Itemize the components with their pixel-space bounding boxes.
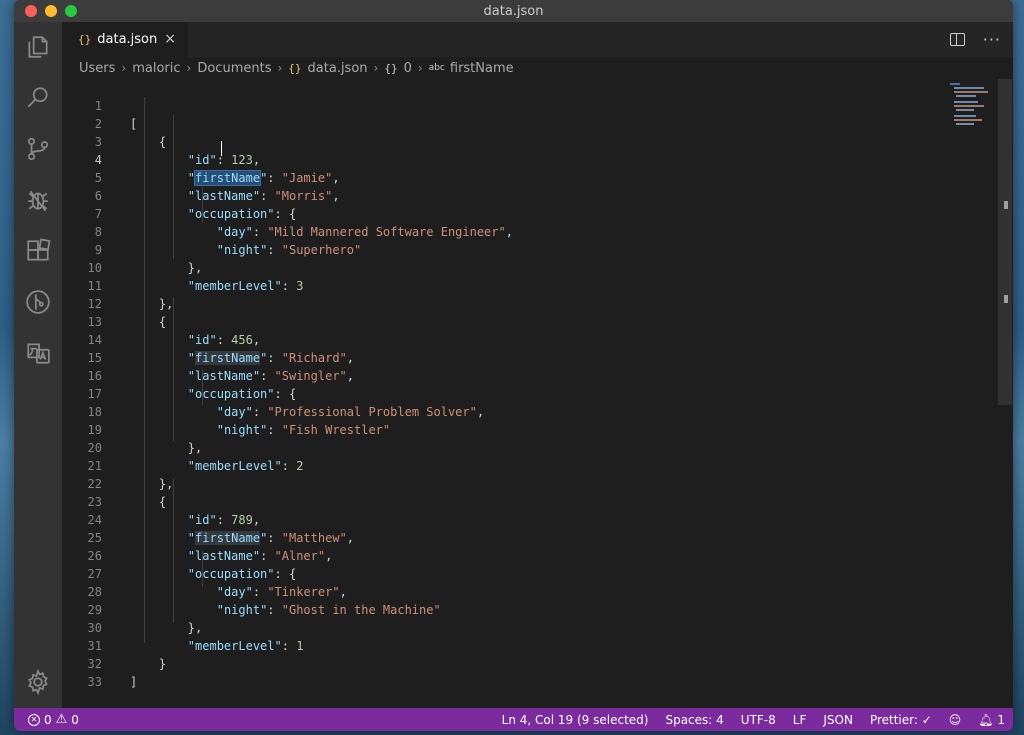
close-window-button[interactable] [25,5,37,17]
code-line: 31 } [62,619,942,671]
code-line: 9 }, [62,223,942,275]
minimize-window-button[interactable] [45,5,57,17]
debug-icon[interactable] [25,187,51,213]
split-editor-icon[interactable] [949,33,965,46]
code-line: 17 "day": "Professional Problem Solver", [62,367,942,419]
code-line: 33 [62,655,942,689]
problems-indicator[interactable]: ✕ 0 ⚠ 0 [28,713,79,727]
tab-data-json[interactable]: {} data.json × [62,22,188,57]
code-line: 16 "occupation": { [62,349,942,401]
code-line: 8 "night": "Superhero" [62,205,942,257]
vertical-scrollbar[interactable] [998,79,1012,405]
source-control-icon[interactable] [25,136,51,162]
code-line: 12 { [62,277,942,329]
line-number: 33 [87,675,102,689]
breadcrumb-item[interactable]: maloric [132,61,180,76]
breadcrumb-item[interactable]: Documents [197,61,271,76]
code-line: 24 "firstName": "Matthew", [62,493,942,545]
code-line: 7 "day": "Mild Mannered Software Enginee… [62,187,942,239]
end-of-line[interactable]: LF [793,713,807,727]
chevron-right-icon: › [417,61,423,75]
code-line: 1 [ [62,79,942,131]
breadcrumb-node[interactable]: 0 [404,61,412,76]
window-title: data.json [483,3,544,19]
notification-count: 1 [997,712,1005,727]
search-icon[interactable] [25,85,51,111]
chevron-right-icon: › [186,61,192,75]
code-line: 20 "memberLevel": 2 [62,421,942,473]
maximize-window-button[interactable] [65,5,77,17]
tab-bar: {} data.json × ··· [62,22,1013,57]
code-line: 13 "id": 456, [62,295,942,347]
tab-label: data.json [97,32,158,47]
code-line: 18 "night": "Fish Wrestler" [62,385,942,437]
code-line: 21 }, [62,439,942,491]
notifications[interactable]: 🔔︎ 1 [978,713,1005,727]
code-line: 10 "memberLevel": 3 [62,241,942,293]
breadcrumb-item[interactable]: Users [79,61,115,76]
encoding[interactable]: UTF-8 [741,713,776,727]
code-line: 30 "memberLevel": 1 [62,601,942,653]
minimap[interactable] [944,79,1004,139]
scrollbar-marker [1004,201,1008,209]
code-line: 4 "firstName": "Jamie", [62,133,942,186]
code-line: 32 ] [62,637,942,689]
error-icon: ✕ [28,713,40,726]
indentation[interactable]: Spaces: 4 [665,713,723,727]
git-graph-icon[interactable] [25,289,51,315]
status-bar: ✕ 0 ⚠ 0 Ln 4, Col 19 (9 selected) Spaces… [14,708,1013,731]
code-line: 11 }, [62,259,942,311]
status-right-items: Ln 4, Col 19 (9 selected) Spaces: 4 UTF-… [502,713,1005,727]
code-line: 5 "lastName": "Morris", [62,151,942,203]
code-editor[interactable]: 1 [ 2 { 3 "id": 123, 4 "firstName": "Jam… [62,79,1013,708]
code-line: 22 { [62,457,942,509]
chevron-right-icon: › [277,61,283,75]
code-line: 6 "occupation": { [62,169,942,221]
language-mode[interactable]: JSON [823,713,853,727]
breadcrumb: Users › maloric › Documents › {} data.js… [79,57,514,79]
activity-bar [14,22,62,708]
window-controls [25,5,77,17]
prettier-status[interactable]: Prettier: ✓ [870,713,932,727]
breadcrumb-symbol[interactable]: firstName [450,61,514,76]
code-line: 26 "occupation": { [62,529,942,581]
cursor-position[interactable]: Ln 4, Col 19 (9 selected) [502,713,649,727]
code-line: 28 "night": "Ghost in the Machine" [62,565,942,617]
warning-count: 0 [71,712,79,727]
more-actions-icon[interactable]: ··· [983,30,1001,49]
string-symbol-icon: abc [428,63,445,73]
object-node-icon: {} [384,61,398,75]
code-line: 25 "lastName": "Alner", [62,511,942,563]
close-tab-icon[interactable]: × [164,31,176,47]
json-file-icon: {} [78,33,92,46]
code-line: 14 "firstName": "Richard", [62,313,942,365]
code-line: 3 "id": 123, [62,115,942,167]
scrollbar-marker [1004,295,1008,303]
extensions-icon[interactable] [25,238,51,264]
title-bar: data.json [14,0,1013,22]
code-line: 23 "id": 789, [62,475,942,527]
code-line: 27 "day": "Tinkerer", [62,547,942,599]
code-line: 19 }, [62,403,942,455]
code-line: 2 { [62,97,942,149]
vscode-window: data.json {} data.json × ··· Users › mal… [14,0,1013,731]
settings-gear-icon[interactable] [25,669,51,695]
explorer-icon[interactable] [25,34,51,60]
warning-icon: ⚠ [55,712,68,727]
text-cursor [221,141,223,156]
code-line: 15 "lastName": "Swingler", [62,331,942,383]
json-file-icon: {} [288,61,302,75]
breadcrumb-file[interactable]: data.json [308,61,368,76]
chevron-right-icon: › [121,61,127,75]
bell-icon: 🔔︎ [978,712,994,727]
code-line: 29 }, [62,583,942,635]
chevron-right-icon: › [373,61,379,75]
translate-icon[interactable] [25,340,51,366]
error-count: 0 [44,712,52,727]
smiley-icon[interactable]: ☺ [949,713,962,727]
editor-actions: ··· [949,22,1001,57]
